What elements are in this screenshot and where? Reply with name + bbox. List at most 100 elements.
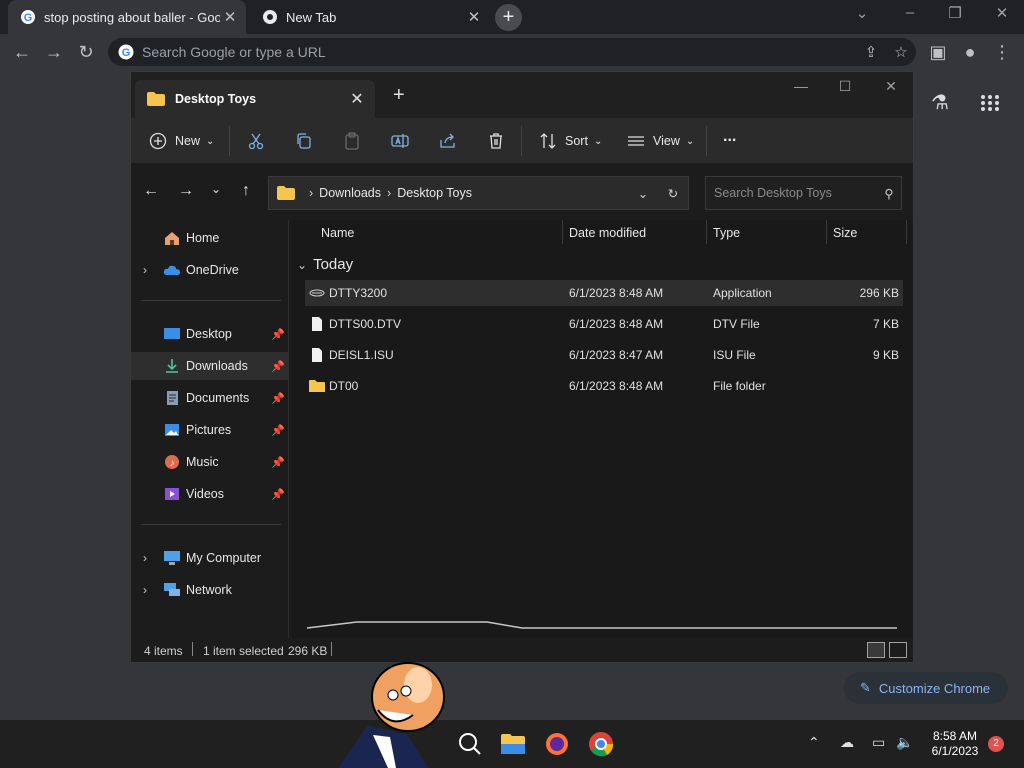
minimize-icon[interactable]: — (789, 78, 813, 94)
browser-tab-new-tab[interactable]: New Tab ✕ (250, 0, 490, 34)
customize-chrome-button[interactable]: ✎ Customize Chrome (844, 672, 1008, 704)
reload-icon[interactable]: ↻ (74, 40, 98, 64)
rename-button[interactable] (391, 128, 409, 154)
taskbar: ⌃ ☁ ▭ 🔈 8:58 AM 6/1/2023 2 (0, 720, 1024, 768)
network-icon[interactable]: ▭ (872, 734, 885, 751)
sidebar-item-pictures[interactable]: Pictures 📌 (131, 416, 289, 444)
column-header-size[interactable]: Size (833, 226, 857, 240)
more-options-button[interactable]: ... (723, 124, 736, 150)
paste-button[interactable] (343, 128, 361, 154)
chevron-down-icon: ⌄ (206, 135, 215, 147)
search-box[interactable]: Search Desktop Toys ⚲ (705, 176, 902, 210)
group-header-today[interactable]: ⌄ Today (297, 256, 353, 273)
delete-button[interactable] (487, 128, 505, 154)
share-icon[interactable]: ⇪ (856, 43, 886, 61)
file-date: 6/1/2023 8:48 AM (569, 286, 664, 300)
column-header-name[interactable]: Name (321, 226, 354, 240)
omnibox[interactable]: G Search Google or type a URL ⇪ ☆ (108, 38, 916, 66)
close-tab-icon[interactable]: ✕ (464, 8, 484, 26)
separator (521, 126, 522, 156)
trash-icon (490, 133, 502, 149)
chrome-icon[interactable] (587, 730, 615, 758)
forward-icon[interactable]: → (42, 40, 66, 64)
address-dropdown-icon[interactable]: ⌄ (628, 186, 658, 201)
column-header-date[interactable]: Date modified (569, 226, 646, 240)
column-header-type[interactable]: Type (713, 226, 740, 240)
profile-icon[interactable]: ● (958, 40, 982, 64)
separator (229, 126, 230, 156)
apps-grid-icon[interactable] (980, 94, 1000, 112)
column-divider[interactable] (826, 220, 827, 244)
folder-icon (309, 380, 325, 392)
sidebar-item-desktop[interactable]: Desktop 📌 (131, 320, 289, 348)
sidebar-item-onedrive[interactable]: › OneDrive (131, 256, 289, 284)
forward-icon[interactable]: → (174, 182, 198, 200)
rename-icon (391, 134, 409, 148)
file-explorer-icon[interactable] (499, 730, 527, 758)
browser-tab-active[interactable]: G stop posting about baller - Goog ✕ (8, 0, 246, 34)
back-icon[interactable]: ← (10, 40, 34, 64)
tray-overflow-icon[interactable]: ⌃ (808, 734, 820, 751)
chevron-right-icon[interactable]: › (143, 583, 147, 597)
customize-chrome-label: Customize Chrome (878, 680, 991, 696)
menu-kebab-icon[interactable]: ⋮ (990, 40, 1014, 64)
cut-button[interactable] (247, 128, 265, 154)
details-view-icon[interactable] (867, 642, 885, 658)
sidebar-item-my-computer[interactable]: › My Computer (131, 544, 289, 572)
close-window-icon[interactable]: ✕ (990, 4, 1014, 22)
chevron-right-icon[interactable]: › (143, 551, 147, 565)
column-divider[interactable] (706, 220, 707, 244)
view-button[interactable]: View ⌄ (627, 128, 694, 154)
sidebar-item-videos[interactable]: Videos 📌 (131, 480, 289, 508)
tab-search-icon[interactable]: ⌄ (850, 4, 874, 22)
sidebar-item-documents[interactable]: Documents 📌 (131, 384, 289, 412)
side-panel-icon[interactable]: ▣ (926, 40, 950, 64)
close-tab-icon[interactable]: ✕ (347, 89, 367, 109)
labs-flask-icon[interactable]: ⚗ (931, 90, 949, 115)
notification-badge[interactable]: 2 (988, 736, 1004, 752)
close-window-icon[interactable]: ✕ (879, 78, 903, 95)
item-count: 4 items (144, 644, 183, 658)
file-row-dt00[interactable]: DT00 6/1/2023 8:48 AM File folder (305, 373, 903, 399)
volume-icon[interactable]: 🔈 (896, 734, 913, 751)
copy-button[interactable] (295, 128, 313, 154)
sidebar-item-downloads[interactable]: Downloads 📌 (131, 352, 289, 380)
navigation-pane: Home › OneDrive Desktop 📌 Downloads 📌 Do… (131, 220, 289, 638)
breadcrumb-item[interactable]: Downloads (319, 186, 381, 200)
sidebar-item-network[interactable]: › Network (131, 576, 289, 604)
address-bar[interactable]: › Downloads › Desktop Toys ⌄ ↻ (268, 176, 689, 210)
minimize-icon[interactable]: – (898, 4, 922, 21)
sidebar-item-music[interactable]: ♪ Music 📌 (131, 448, 289, 476)
back-icon[interactable]: ← (139, 182, 163, 200)
tiles-view-icon[interactable] (889, 642, 907, 658)
up-folder-icon[interactable]: ↑ (234, 182, 258, 200)
new-tab-button[interactable]: + (495, 4, 522, 31)
sort-button[interactable]: Sort ⌄ (539, 128, 602, 154)
recent-locations-icon[interactable]: ⌄ (204, 182, 228, 196)
refresh-icon[interactable]: ↻ (658, 186, 688, 201)
horizontal-scrollbar[interactable] (307, 616, 897, 632)
bookmark-star-icon[interactable]: ☆ (886, 43, 916, 61)
search-icon[interactable] (456, 730, 484, 758)
column-divider[interactable] (906, 220, 907, 244)
new-button[interactable]: New ⌄ (149, 128, 214, 154)
firefox-icon[interactable] (543, 730, 571, 758)
maximize-icon[interactable]: ☐ (833, 78, 857, 95)
close-tab-icon[interactable]: ✕ (220, 8, 240, 26)
file-icon (312, 317, 322, 331)
cloud-offline-icon[interactable]: ☁ (840, 734, 854, 751)
breadcrumb-item[interactable]: Desktop Toys (397, 186, 472, 200)
add-tab-icon[interactable]: + (393, 84, 405, 107)
share-button[interactable] (439, 128, 457, 154)
explorer-tab[interactable]: Desktop Toys ✕ (135, 80, 375, 118)
file-row-deisl1[interactable]: DEISL1.ISU 6/1/2023 8:47 AM ISU File 9 K… (305, 342, 903, 368)
file-row-dtty3200[interactable]: DTTY3200 6/1/2023 8:48 AM Application 29… (305, 280, 903, 306)
share-icon (440, 133, 455, 148)
restore-icon[interactable]: ❐ (943, 4, 967, 22)
sidebar-item-home[interactable]: Home (131, 224, 289, 252)
chevron-down-icon: ⌄ (593, 135, 603, 147)
clock[interactable]: 8:58 AM 6/1/2023 (920, 729, 990, 759)
chevron-right-icon[interactable]: › (143, 263, 147, 277)
file-row-dtts00[interactable]: DTTS00.DTV 6/1/2023 8:48 AM DTV File 7 K… (305, 311, 903, 337)
column-divider[interactable] (562, 220, 563, 244)
